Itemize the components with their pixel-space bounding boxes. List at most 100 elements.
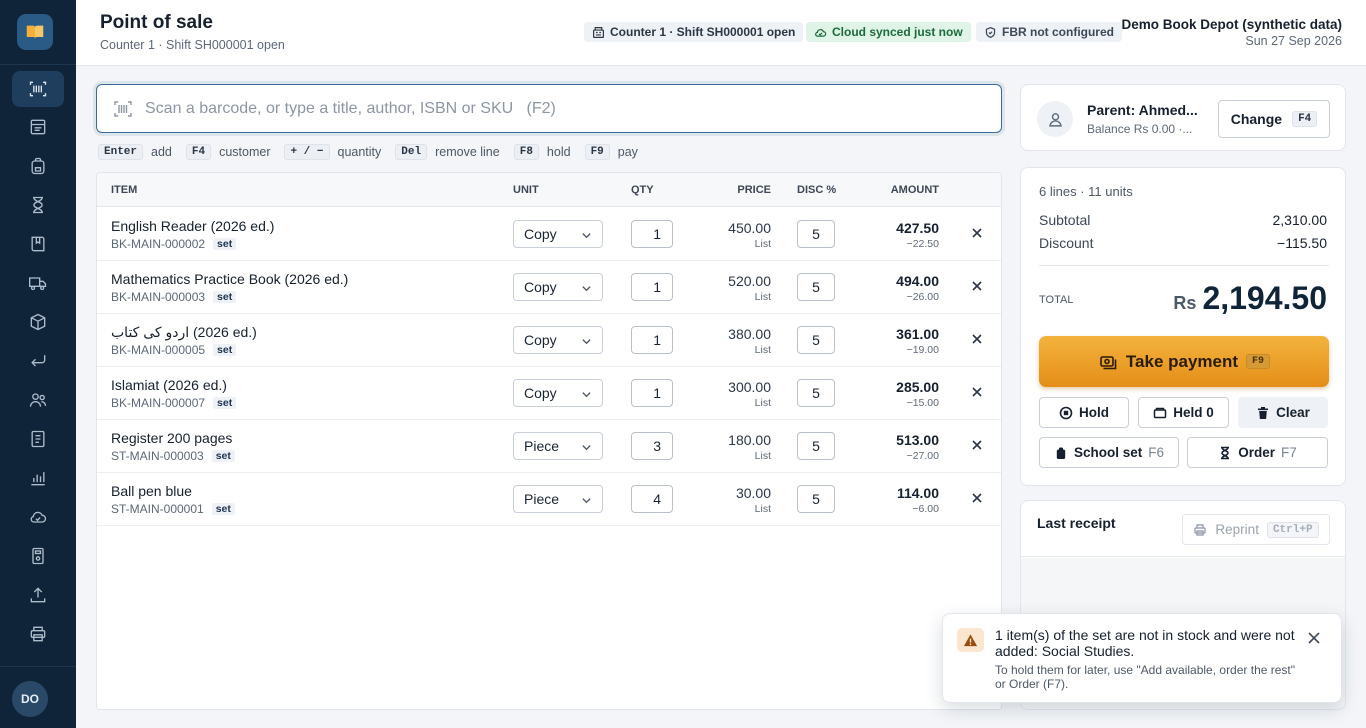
sku-text: BK-MAIN-000003 bbox=[111, 290, 206, 304]
item-sku: ST-MAIN-000003 set bbox=[111, 449, 235, 463]
table-row[interactable]: اردو کی کتاب (2026 ed.) BK-MAIN-000005 se… bbox=[97, 314, 1001, 367]
nav-customers[interactable] bbox=[12, 382, 64, 418]
nav-inventory[interactable] bbox=[12, 304, 64, 340]
item-sku: BK-MAIN-000003 set bbox=[111, 290, 237, 304]
quantity-input[interactable]: 3 bbox=[631, 432, 673, 460]
reprint-button[interactable]: Reprint Ctrl+P bbox=[1182, 514, 1330, 545]
line-amount: 361.00 bbox=[896, 326, 939, 342]
nav-publishers[interactable] bbox=[12, 226, 64, 262]
chevron-down-icon bbox=[582, 392, 591, 398]
shortcut-key: F9 bbox=[584, 144, 610, 160]
nav-orders[interactable] bbox=[12, 187, 64, 223]
hold-label: Hold bbox=[1079, 405, 1109, 420]
toast-title: 1 item(s) of the set are not in stock an… bbox=[995, 627, 1295, 659]
school-set-label: School set bbox=[1073, 445, 1143, 460]
unit-select[interactable]: Copy bbox=[513, 273, 603, 301]
fbr-status-badge[interactable]: FBR not configured bbox=[976, 22, 1122, 42]
unit-select[interactable]: Piece bbox=[513, 432, 603, 460]
remove-line-button[interactable] bbox=[969, 437, 985, 453]
nav-school-sets[interactable] bbox=[12, 148, 64, 184]
remove-line-button[interactable] bbox=[969, 278, 985, 294]
column-amount: AMOUNT bbox=[890, 184, 939, 196]
shortcut-key: Ctrl+P bbox=[1266, 521, 1319, 538]
quantity-input[interactable]: 1 bbox=[631, 273, 673, 301]
discount-input[interactable]: 5 bbox=[797, 379, 835, 407]
item-sku: BK-MAIN-000002 set bbox=[111, 237, 237, 251]
table-row[interactable]: Ball pen blue ST-MAIN-000001 set Piece 4 … bbox=[97, 473, 1001, 526]
chevron-down-icon bbox=[582, 445, 591, 451]
fbr-status-text: FBR not configured bbox=[1002, 25, 1114, 39]
nav-sync[interactable] bbox=[12, 499, 64, 535]
counter-shift-badge: Counter 1 · Shift SH000001 open bbox=[584, 22, 804, 42]
quantity-input[interactable]: 4 bbox=[631, 485, 673, 513]
held-sales-button[interactable]: Held 0 bbox=[1138, 397, 1229, 428]
customer-avatar bbox=[1037, 101, 1073, 137]
discount-input[interactable]: 5 bbox=[797, 432, 835, 460]
nav-returns[interactable] bbox=[12, 343, 64, 379]
quantity-input[interactable]: 1 bbox=[631, 220, 673, 248]
pause-circle-icon bbox=[1059, 406, 1073, 419]
unit-select[interactable]: Copy bbox=[513, 379, 603, 407]
shortcut-label: pay bbox=[617, 145, 638, 159]
quantity-input[interactable]: 1 bbox=[631, 379, 673, 407]
change-customer-button[interactable]: Change F4 bbox=[1218, 100, 1330, 138]
hold-button[interactable]: Hold bbox=[1039, 397, 1129, 428]
remove-line-button[interactable] bbox=[969, 384, 985, 400]
nav-ledger[interactable] bbox=[12, 421, 64, 457]
nav-printing[interactable] bbox=[12, 616, 64, 652]
discount-label: Discount bbox=[1039, 235, 1094, 251]
cloud-sync-badge[interactable]: Cloud synced just now bbox=[806, 22, 971, 42]
table-row[interactable]: English Reader (2026 ed.) BK-MAIN-000002… bbox=[97, 208, 1001, 261]
discount-input[interactable]: 5 bbox=[797, 220, 835, 248]
item-title: اردو کی کتاب (2026 ed.) bbox=[111, 324, 257, 340]
set-tag: set bbox=[213, 344, 237, 356]
sku-text: BK-MAIN-000002 bbox=[111, 237, 206, 251]
shortcut-label: customer bbox=[219, 145, 271, 159]
clear-cart-button[interactable]: Clear bbox=[1238, 397, 1328, 428]
school-set-button[interactable]: School set F6 bbox=[1039, 437, 1179, 468]
nav-pos[interactable] bbox=[12, 71, 64, 107]
search-input[interactable] bbox=[145, 99, 1001, 118]
shortcut-label: add bbox=[151, 145, 172, 159]
remove-line-button[interactable] bbox=[969, 490, 985, 506]
set-tag: set bbox=[213, 397, 237, 409]
take-payment-button[interactable]: Take payment F9 bbox=[1039, 336, 1329, 387]
nav-deliveries[interactable] bbox=[12, 265, 64, 301]
unit-price: 30.00 bbox=[735, 485, 771, 501]
sidebar: DO bbox=[0, 0, 76, 728]
toast-close-button[interactable] bbox=[1306, 630, 1322, 646]
shortcut-label: quantity bbox=[337, 145, 382, 159]
nav-cash-register[interactable] bbox=[12, 538, 64, 574]
return-arrow-icon bbox=[31, 355, 46, 367]
table-row[interactable]: Islamiat (2026 ed.) BK-MAIN-000007 set Co… bbox=[97, 367, 1001, 420]
sku-text: ST-MAIN-000001 bbox=[111, 502, 204, 516]
table-row[interactable]: Mathematics Practice Book (2026 ed.) BK-… bbox=[97, 261, 1001, 314]
unit-price: 180.00 bbox=[728, 432, 771, 448]
shortcut-key: + / − bbox=[284, 144, 330, 160]
quantity-input[interactable]: 1 bbox=[631, 326, 673, 354]
close-icon bbox=[1308, 632, 1320, 644]
printer-icon bbox=[30, 626, 46, 642]
price-list-note: List bbox=[754, 238, 771, 250]
unit-select[interactable]: Copy bbox=[513, 220, 603, 248]
subtotal-label: Subtotal bbox=[1039, 212, 1091, 228]
discount-input[interactable]: 5 bbox=[797, 326, 835, 354]
user-avatar[interactable]: DO bbox=[12, 681, 48, 717]
unit-select[interactable]: Piece bbox=[513, 485, 603, 513]
unit-select[interactable]: Copy bbox=[513, 326, 603, 354]
ledger-icon bbox=[31, 430, 45, 448]
nav-reports[interactable] bbox=[12, 460, 64, 496]
line-discount: −15.00 bbox=[906, 397, 939, 409]
nav-catalog[interactable] bbox=[12, 109, 64, 145]
remove-line-button[interactable] bbox=[969, 225, 985, 241]
remove-line-button[interactable] bbox=[969, 331, 985, 347]
discount-input[interactable]: 5 bbox=[797, 485, 835, 513]
discount-input[interactable]: 5 bbox=[797, 273, 835, 301]
table-row[interactable]: Register 200 pages ST-MAIN-000003 set Pie… bbox=[97, 420, 1001, 473]
app-logo[interactable] bbox=[17, 14, 53, 50]
barcode-scanner-icon bbox=[29, 81, 47, 97]
nav-export[interactable] bbox=[12, 577, 64, 613]
item-sku: ST-MAIN-000001 set bbox=[111, 502, 235, 516]
unit-value: Piece bbox=[524, 491, 560, 507]
order-button[interactable]: Order F7 bbox=[1187, 437, 1328, 468]
